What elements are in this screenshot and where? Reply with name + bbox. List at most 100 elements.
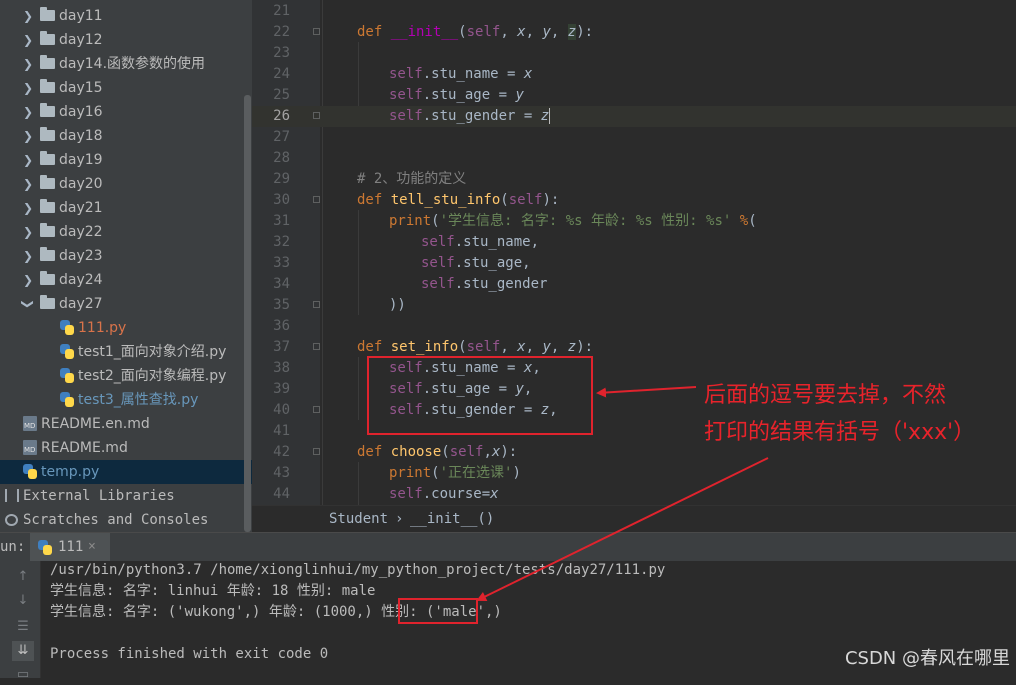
scroll-to-end-icon[interactable]: ⇊ <box>12 641 34 661</box>
code-line[interactable]: 37 def set_info(self, x, y, z): <box>252 337 1016 358</box>
code-line[interactable]: 23 <box>252 43 1016 64</box>
tree-item-label: day14.函数参数的使用 <box>59 56 206 72</box>
tree-item-111-py[interactable]: 111.py <box>0 316 252 340</box>
soft-wrap-icon[interactable]: ☰ <box>12 617 34 637</box>
code-line[interactable]: 31 print('学生信息: 名字: %s 年龄: %s 性别: %s' %( <box>252 211 1016 232</box>
highlight-box-code <box>367 356 593 435</box>
tree-item-label: day15 <box>59 80 103 96</box>
line-number: 22 <box>273 24 290 40</box>
python-file-icon <box>60 392 74 407</box>
code-line[interactable]: 44 self.course=x <box>252 484 1016 505</box>
chevron-right-icon[interactable]: ❯ <box>22 268 34 292</box>
library-icon <box>5 489 19 502</box>
close-icon[interactable]: × <box>88 533 96 561</box>
fold-icon[interactable] <box>313 448 320 455</box>
project-tree: ❯ day11 ❯ day12 ❯ day14.函数参数的使用 ❯ day15 ❯ day… <box>0 0 252 532</box>
python-file-icon <box>23 464 37 479</box>
chevron-right-icon[interactable]: ❯ <box>22 76 34 100</box>
tree-item-test3[interactable]: test3_属性查找.py <box>0 388 252 412</box>
chevron-right-icon[interactable]: ❯ <box>22 244 34 268</box>
tree-item-day14[interactable]: ❯ day14.函数参数的使用 <box>0 52 252 76</box>
scroll-up-icon[interactable]: ↑ <box>12 567 34 587</box>
breadcrumb-class[interactable]: Student <box>329 506 388 533</box>
fold-icon[interactable] <box>313 301 320 308</box>
code-line[interactable]: 36 <box>252 316 1016 337</box>
folder-icon <box>40 79 55 93</box>
code-line[interactable]: 30 def tell_stu_info(self): <box>252 190 1016 211</box>
fold-icon[interactable] <box>313 343 320 350</box>
code-line[interactable]: 35)) <box>252 295 1016 316</box>
folder-icon <box>40 223 55 237</box>
code-line[interactable]: 34 self.stu_gender <box>252 274 1016 295</box>
chevron-right-icon[interactable]: ❯ <box>22 100 34 124</box>
tree-item-day11[interactable]: ❯ day11 <box>0 4 252 28</box>
tree-item-scratches[interactable]: Scratches and Consoles <box>0 508 252 532</box>
tree-item-day22[interactable]: ❯ day22 <box>0 220 252 244</box>
line-number: 31 <box>273 213 290 229</box>
tree-item-temp-py[interactable]: temp.py <box>0 460 252 484</box>
chevron-right-icon[interactable]: ❯ <box>22 52 34 76</box>
line-number: 32 <box>273 234 290 250</box>
tree-item-external-libraries[interactable]: External Libraries <box>0 484 252 508</box>
print-icon[interactable]: ▭ <box>12 665 34 685</box>
chevron-right-icon[interactable]: ❯ <box>22 4 34 28</box>
line-number: 29 <box>273 171 290 187</box>
tree-item-test2[interactable]: test2_面向对象编程.py <box>0 364 252 388</box>
folder-icon <box>40 175 55 189</box>
tree-item-day23[interactable]: ❯ day23 <box>0 244 252 268</box>
chevron-right-icon[interactable]: ❯ <box>22 124 34 148</box>
chevron-down-icon[interactable]: ❯ <box>16 298 40 310</box>
chevron-right-icon[interactable]: ❯ <box>22 28 34 52</box>
fold-icon[interactable] <box>313 196 320 203</box>
scratches-icon <box>5 514 18 526</box>
tree-item-label: day24 <box>59 272 103 288</box>
chevron-right-icon[interactable]: ❯ <box>22 172 34 196</box>
run-tab-111[interactable]: 111 × <box>30 533 110 561</box>
tree-item-day20[interactable]: ❯ day20 <box>0 172 252 196</box>
line-number: 21 <box>273 3 290 19</box>
run-toolbar: un: 111 × <box>0 532 1016 562</box>
code-line[interactable]: 33 self.stu_age, <box>252 253 1016 274</box>
line-number: 39 <box>273 381 290 397</box>
tree-item-day24[interactable]: ❯ day24 <box>0 268 252 292</box>
tree-item-label: day19 <box>59 152 103 168</box>
tree-item-day18[interactable]: ❯ day18 <box>0 124 252 148</box>
tree-item-day19[interactable]: ❯ day19 <box>0 148 252 172</box>
fold-icon[interactable] <box>313 28 320 35</box>
fold-icon[interactable] <box>313 112 320 119</box>
tree-item-day12[interactable]: ❯ day12 <box>0 28 252 52</box>
line-number: 36 <box>273 318 290 334</box>
code-line[interactable]: 28 <box>252 148 1016 169</box>
code-text: self.stu_gender = z <box>389 108 551 124</box>
code-line[interactable]: 25 self.stu_age = y <box>252 85 1016 106</box>
breadcrumb-method[interactable]: __init__() <box>410 506 494 533</box>
scroll-down-icon[interactable]: ↓ <box>12 591 34 611</box>
code-line[interactable]: 43 print('正在选课') <box>252 463 1016 484</box>
code-line[interactable]: 22 def __init__(self, x, y, z): <box>252 22 1016 43</box>
code-line[interactable]: 32 self.stu_name, <box>252 232 1016 253</box>
folder-icon <box>40 31 55 45</box>
chevron-right-icon[interactable]: ❯ <box>22 148 34 172</box>
code-line[interactable]: 27 <box>252 127 1016 148</box>
tree-item-day27[interactable]: ❯ day27 <box>0 292 252 316</box>
folder-icon <box>40 103 55 117</box>
fold-icon[interactable] <box>313 406 320 413</box>
tree-scrollbar[interactable] <box>244 95 251 532</box>
chevron-right-icon[interactable]: ❯ <box>22 220 34 244</box>
folder-icon <box>40 271 55 285</box>
tree-item-day15[interactable]: ❯ day15 <box>0 76 252 100</box>
tree-item-day16[interactable]: ❯ day16 <box>0 100 252 124</box>
tree-item-label: day12 <box>59 32 103 48</box>
tree-item-day21[interactable]: ❯ day21 <box>0 196 252 220</box>
tree-item-test1[interactable]: test1_面向对象介绍.py <box>0 340 252 364</box>
code-line-current[interactable]: 26 self.stu_gender = z <box>252 106 1016 127</box>
line-number: 38 <box>273 360 290 376</box>
code-line[interactable]: 24 self.stu_name = x <box>252 64 1016 85</box>
code-text: self.course=x <box>389 486 499 502</box>
code-line[interactable]: 21 <box>252 1 1016 22</box>
tree-item-readme[interactable]: MD README.md <box>0 436 252 460</box>
console-line: /usr/bin/python3.7 /home/xionglinhui/my_… <box>50 562 666 578</box>
code-line[interactable]: 29 # 2、功能的定义 <box>252 169 1016 190</box>
chevron-right-icon[interactable]: ❯ <box>22 196 34 220</box>
tree-item-readme-en[interactable]: MD README.en.md <box>0 412 252 436</box>
